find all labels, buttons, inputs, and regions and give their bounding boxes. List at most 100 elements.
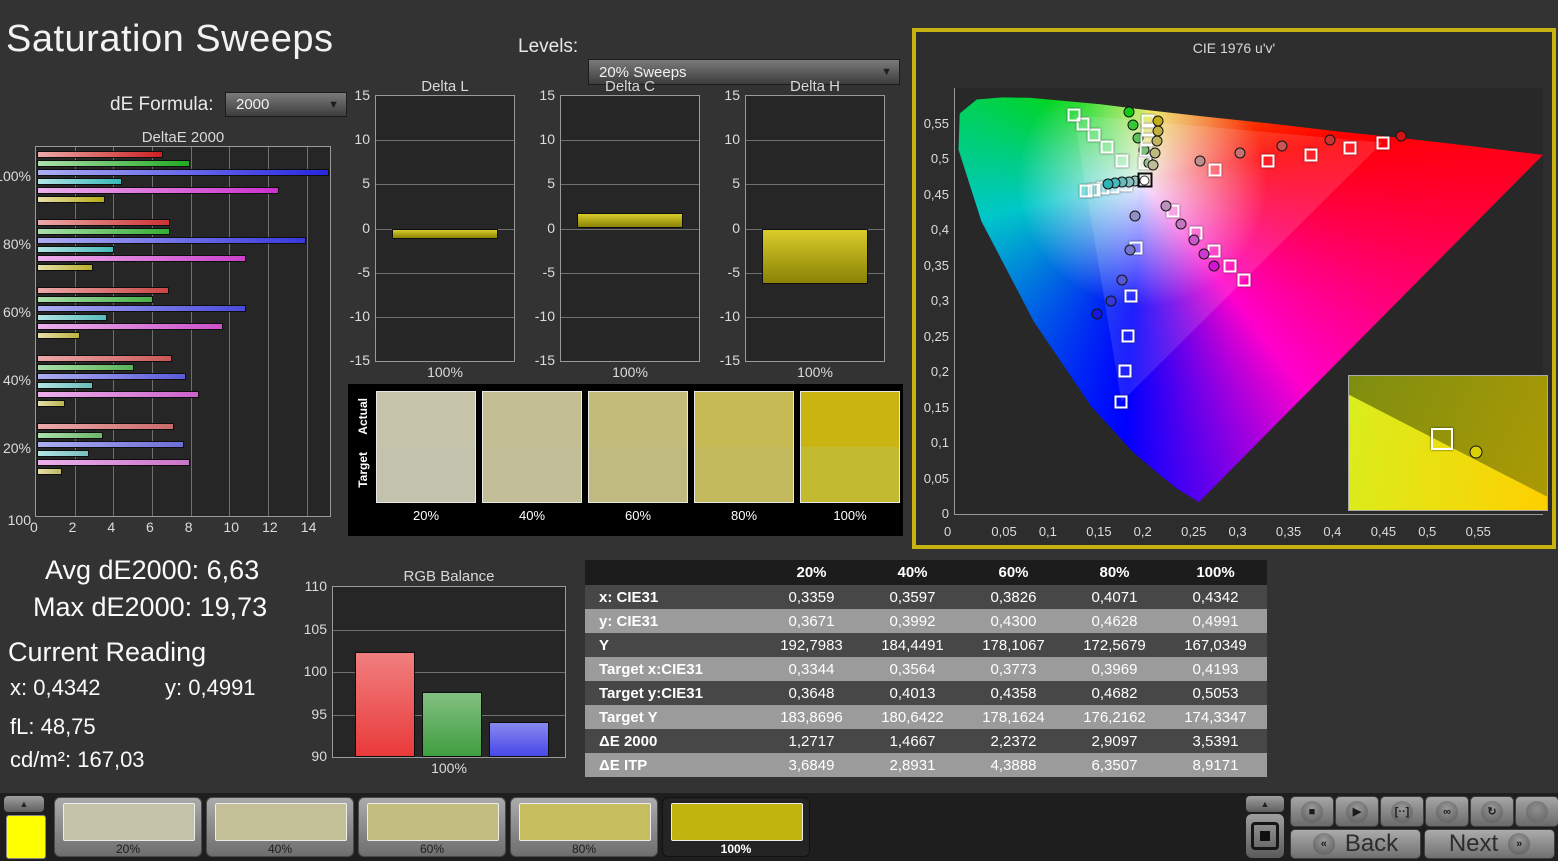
y-tick-label: 10	[724, 131, 740, 148]
swatch-actual	[589, 392, 687, 447]
table-cell: 0,3564	[889, 660, 936, 678]
cie-target-square-red	[1376, 136, 1390, 150]
y-tick-label: 5	[362, 175, 370, 192]
transport-infinite-loop-button[interactable]: ∞	[1425, 796, 1469, 827]
y-tick-label: -5	[727, 263, 740, 280]
play-icon: ▶	[1346, 800, 1368, 823]
level-button-20%[interactable]: 20%	[54, 797, 202, 857]
level-label: 80%	[571, 842, 597, 856]
y-tick-label: 95	[311, 705, 327, 722]
cie-measured-point-magenta	[1175, 218, 1187, 230]
transport-blank-button[interactable]	[1515, 796, 1558, 827]
gridline	[561, 272, 699, 274]
de-formula-dropdown[interactable]: 2000 ▼	[225, 92, 347, 117]
level-button-60%[interactable]: 60%	[358, 797, 506, 857]
table-row: Target Y 183,8696 180,6422 178,1624 176,2162…	[585, 705, 1267, 729]
collapse-transport-button[interactable]: ▲	[1246, 796, 1284, 812]
gridline	[333, 629, 565, 631]
delta-h-xlabel: 100%	[797, 364, 833, 380]
bar-blue	[37, 441, 184, 448]
transport-buttons: ■ ▶ [··] ∞ ↻ « Back Next »	[1290, 793, 1558, 861]
level-patch	[63, 803, 195, 841]
rgb-bar-B	[489, 722, 549, 757]
infinite-loop-icon: ∞	[1436, 800, 1458, 823]
cie-target-square-red	[1261, 154, 1275, 168]
avg-de2000-label: Avg dE2000:	[45, 555, 200, 585]
level-button-100%[interactable]: 100%	[662, 797, 810, 857]
swatch-label: 100%	[833, 508, 867, 523]
cie-x-tick: 0,3	[1228, 524, 1247, 539]
table-cell: 6,3507	[1091, 756, 1138, 774]
swatch-target	[483, 447, 581, 502]
de-formula-label: dE Formula:	[110, 94, 214, 115]
cie-measured-point-cyan	[1102, 178, 1114, 190]
table-col-header: 100%	[1196, 564, 1235, 581]
transport-play-button[interactable]: ▶	[1335, 796, 1379, 827]
cie-x-tick: 0,35	[1275, 524, 1302, 539]
table-cell: 180,6422	[881, 708, 944, 726]
bar-cyan	[37, 450, 90, 457]
cie-measured-point-red	[1395, 130, 1407, 142]
current-color-swatch	[6, 815, 46, 859]
cie-y-tick: 0	[941, 506, 949, 521]
deltae-group-label-100: 100	[7, 511, 31, 528]
table-cell: 0,4342	[1192, 588, 1239, 606]
inset-measured-point	[1469, 445, 1483, 459]
level-button-40%[interactable]: 40%	[206, 797, 354, 857]
reading-y-value: 0,4991	[188, 675, 256, 700]
cie-measured-point-yellow	[1152, 125, 1164, 137]
transport-stop-button[interactable]: ■	[1290, 796, 1334, 827]
bar-red	[37, 423, 175, 430]
y-tick-label: 100	[303, 663, 327, 679]
bar-magenta	[37, 391, 200, 398]
back-button[interactable]: « Back	[1290, 829, 1421, 859]
cie-measured-point-red	[1324, 134, 1336, 146]
window-mode-button[interactable]	[1246, 814, 1284, 858]
de-formula-field: dE Formula:	[110, 94, 213, 116]
cie-white-point-marker	[1137, 172, 1153, 188]
bar-green	[37, 160, 190, 167]
bar-blue	[37, 169, 330, 176]
y-tick-label: 10	[539, 131, 555, 148]
cie-measured-point-blue	[1091, 308, 1103, 320]
cie-target-square-magenta	[1223, 259, 1237, 273]
level-label: 20%	[115, 842, 141, 856]
deltae-chart-title: DeltaE 2000	[141, 129, 225, 146]
table-cell: 0,4682	[1091, 684, 1138, 702]
swatch-target	[801, 447, 899, 502]
reading-y-label: y:	[165, 675, 183, 700]
cie-x-tick: 0,05	[991, 524, 1017, 539]
delta-l-plot	[375, 95, 515, 362]
table-cell: 0,4071	[1091, 588, 1138, 606]
cie-measured-point-yellow	[1152, 115, 1164, 127]
table-cell: 0,3648	[788, 684, 835, 702]
cie-measured-point-red	[1194, 155, 1206, 167]
delta-h-title: Delta H	[789, 78, 841, 95]
y-tick-label: 0	[547, 219, 555, 236]
table-cell: 0,4628	[1091, 612, 1138, 630]
gridline	[268, 147, 270, 516]
cie-measured-point-yellow	[1147, 159, 1159, 171]
table-cell: 8,9171	[1192, 756, 1239, 774]
bar-cyan	[37, 178, 123, 185]
transport-loop-range-button[interactable]: [··]	[1380, 796, 1424, 827]
cie-x-tick: 0,25	[1181, 524, 1207, 539]
deltae-group-label-40%: 40%	[2, 372, 31, 388]
transport-refresh-button[interactable]: ↻	[1470, 796, 1514, 827]
table-cell: 0,3969	[1091, 660, 1138, 678]
cie-y-tick: 0,25	[923, 328, 949, 344]
cie-measured-point-green	[1123, 106, 1135, 118]
next-button[interactable]: Next »	[1424, 829, 1555, 859]
swatch-target	[589, 447, 687, 502]
swatch-label: 20%	[412, 508, 440, 523]
bar-yellow	[37, 468, 62, 475]
x-tick-label: 10	[223, 519, 239, 535]
cie-y-tick: 0,45	[923, 186, 949, 202]
bar-magenta	[37, 323, 223, 330]
level-button-80%[interactable]: 80%	[510, 797, 658, 857]
table-row: ΔE ITP 3,6849 2,8931 4,3888 6,3507 8,9171	[585, 753, 1267, 777]
collapse-strip-button[interactable]: ▲	[4, 796, 44, 812]
delta-h-plot	[745, 95, 885, 362]
delta-h-ylabels: 15 10 5 0 -5 -10 -15	[713, 87, 742, 368]
swatch-actual	[483, 392, 581, 447]
